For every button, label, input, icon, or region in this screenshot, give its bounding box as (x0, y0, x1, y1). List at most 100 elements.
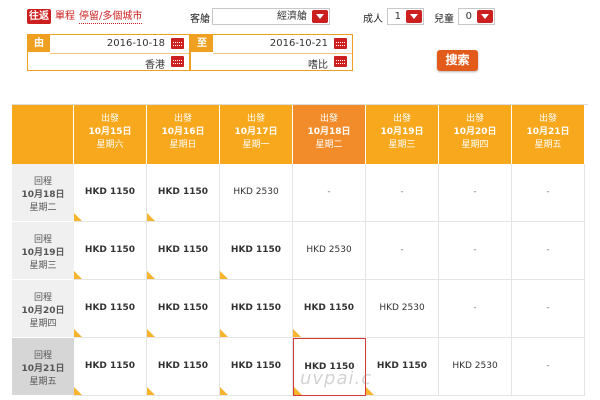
fare-cell[interactable]: - (512, 280, 585, 338)
chevron-down-icon (312, 10, 328, 23)
fare-cell[interactable]: HKD 1150 (147, 338, 220, 396)
fare-cell[interactable]: HKD 1150 (74, 164, 147, 222)
location-icon[interactable] (334, 56, 347, 67)
row-header-weekday: 星期三 (29, 261, 57, 271)
fare-cell[interactable]: - (512, 338, 585, 396)
to-city[interactable]: 嗜比 (308, 56, 328, 71)
fare-cell[interactable]: - (366, 164, 439, 222)
cabin-select[interactable]: 經濟艙 (212, 8, 330, 25)
row-header-weekday: 星期二 (29, 203, 57, 213)
to-date[interactable]: 2016-10-21 (270, 38, 328, 49)
fare-unavailable: - (546, 361, 550, 371)
grid-corner (12, 105, 74, 164)
column-header-date: 10月20日 (453, 127, 497, 137)
fare-cell[interactable]: HKD 1150 (147, 164, 220, 222)
row-header-return[interactable]: 回程 10月21日 星期五 (12, 338, 74, 396)
to-box[interactable]: 至 2016-10-21 嗜比 (190, 34, 353, 71)
children-label: 兒童 (434, 14, 454, 25)
column-header-date: 10月19日 (380, 127, 424, 137)
fare-price: HKD 2530 (452, 361, 498, 371)
row-header-weekday: 星期五 (29, 377, 57, 387)
row-header-return[interactable]: 回程 10月20日 星期四 (12, 280, 74, 338)
adults-select[interactable]: 1 (387, 8, 424, 25)
fare-cell[interactable]: - (439, 222, 512, 280)
fare-cell[interactable]: HKD 2530 (439, 338, 512, 396)
from-date[interactable]: 2016-10-18 (107, 38, 165, 49)
fare-cell[interactable]: HKD 1150 (293, 280, 366, 338)
fare-unavailable: - (400, 245, 404, 255)
column-header-label: 出發 (246, 114, 265, 124)
column-header-weekday: 星期二 (315, 140, 343, 150)
column-header-date: 10月16日 (161, 127, 205, 137)
calendar-icon[interactable] (171, 38, 184, 49)
row-header-label: 回程 (33, 177, 52, 187)
fare-price: HKD 1150 (84, 245, 136, 255)
fare-cell[interactable]: HKD 1150 (147, 280, 220, 338)
fare-cell[interactable]: HKD 1150 (74, 280, 147, 338)
fare-cell[interactable]: HKD 1150 (74, 222, 147, 280)
fare-cell[interactable]: HKD 1150 (74, 338, 147, 396)
chevron-down-icon (406, 10, 422, 23)
from-city[interactable]: 香港 (145, 56, 165, 71)
column-header-departure[interactable]: 出發 10月17日 星期一 (220, 105, 293, 164)
row-header-label: 回程 (33, 293, 52, 303)
fare-cell[interactable]: - (366, 222, 439, 280)
column-header-label: 出發 (173, 114, 192, 124)
column-header-label: 出發 (465, 114, 484, 124)
from-tag: 由 (28, 35, 50, 52)
location-icon[interactable] (171, 56, 184, 67)
fare-cell[interactable]: HKD 2530 (220, 164, 293, 222)
tab-roundtrip[interactable]: 往返 (27, 9, 51, 24)
fare-price: HKD 1150 (376, 361, 428, 371)
cabin-label: 客艙 (190, 14, 210, 25)
fare-unavailable: - (473, 187, 477, 197)
fare-cell[interactable]: - (512, 222, 585, 280)
fare-price: HKD 1150 (230, 303, 282, 313)
column-header-departure[interactable]: 出發 10月21日 星期五 (512, 105, 585, 164)
column-header-weekday: 星期日 (169, 140, 197, 150)
fare-cell[interactable]: - (439, 280, 512, 338)
calendar-icon[interactable] (334, 38, 347, 49)
fare-cell[interactable]: - (293, 164, 366, 222)
fare-price: HKD 1150 (157, 361, 209, 371)
from-box[interactable]: 由 2016-10-18 香港 (27, 34, 190, 71)
fare-cell[interactable]: - (439, 164, 512, 222)
adults-label: 成人 (363, 14, 383, 25)
column-header-departure[interactable]: 出發 10月16日 星期日 (147, 105, 220, 164)
row-header-label: 回程 (33, 351, 52, 361)
tab-oneway[interactable]: 單程 (55, 9, 75, 24)
search-button[interactable]: 搜索 (437, 50, 478, 71)
fare-price: HKD 1150 (84, 361, 136, 371)
fare-unavailable: - (400, 187, 404, 197)
row-header-return[interactable]: 回程 10月19日 星期三 (12, 222, 74, 280)
fare-price: HKD 2530 (233, 187, 279, 197)
column-header-departure[interactable]: 出發 10月15日 星期六 (74, 105, 147, 164)
column-header-departure[interactable]: 出發 10月20日 星期四 (439, 105, 512, 164)
chevron-down-icon (477, 10, 493, 23)
row-header-date: 10月19日 (21, 248, 65, 258)
fare-cell[interactable]: HKD 2530 (293, 222, 366, 280)
column-header-departure[interactable]: 出發 10月19日 星期三 (366, 105, 439, 164)
fare-cell[interactable]: HKD 1150 (366, 338, 439, 396)
fare-cell[interactable]: HKD 1150 (147, 222, 220, 280)
fare-price: HKD 1150 (157, 303, 209, 313)
column-header-label: 出發 (319, 114, 338, 124)
column-header-weekday: 星期三 (388, 140, 416, 150)
column-header-date: 10月17日 (234, 127, 278, 137)
cabin-value: 經濟艙 (277, 11, 307, 22)
fare-cell[interactable]: HKD 2530 (366, 280, 439, 338)
row-header-date: 10月20日 (21, 306, 65, 316)
row-header-return[interactable]: 回程 10月18日 星期二 (12, 164, 74, 222)
fare-cell[interactable]: HKD 1150 (220, 338, 293, 396)
fare-cell[interactable]: HKD 1150 (220, 222, 293, 280)
children-select[interactable]: 0 (458, 8, 495, 25)
column-header-departure[interactable]: 出發 10月18日 星期二 (293, 105, 366, 164)
fare-price: HKD 1150 (303, 303, 355, 313)
fare-price: HKD 1150 (84, 187, 136, 197)
fare-price: HKD 1150 (157, 245, 209, 255)
fare-cell[interactable]: HKD 1150 (220, 280, 293, 338)
fare-cell[interactable]: - (512, 164, 585, 222)
tab-multicity[interactable]: 停留/多個城市 (79, 9, 143, 24)
column-header-weekday: 星期六 (96, 140, 124, 150)
fare-price: HKD 1150 (84, 303, 136, 313)
